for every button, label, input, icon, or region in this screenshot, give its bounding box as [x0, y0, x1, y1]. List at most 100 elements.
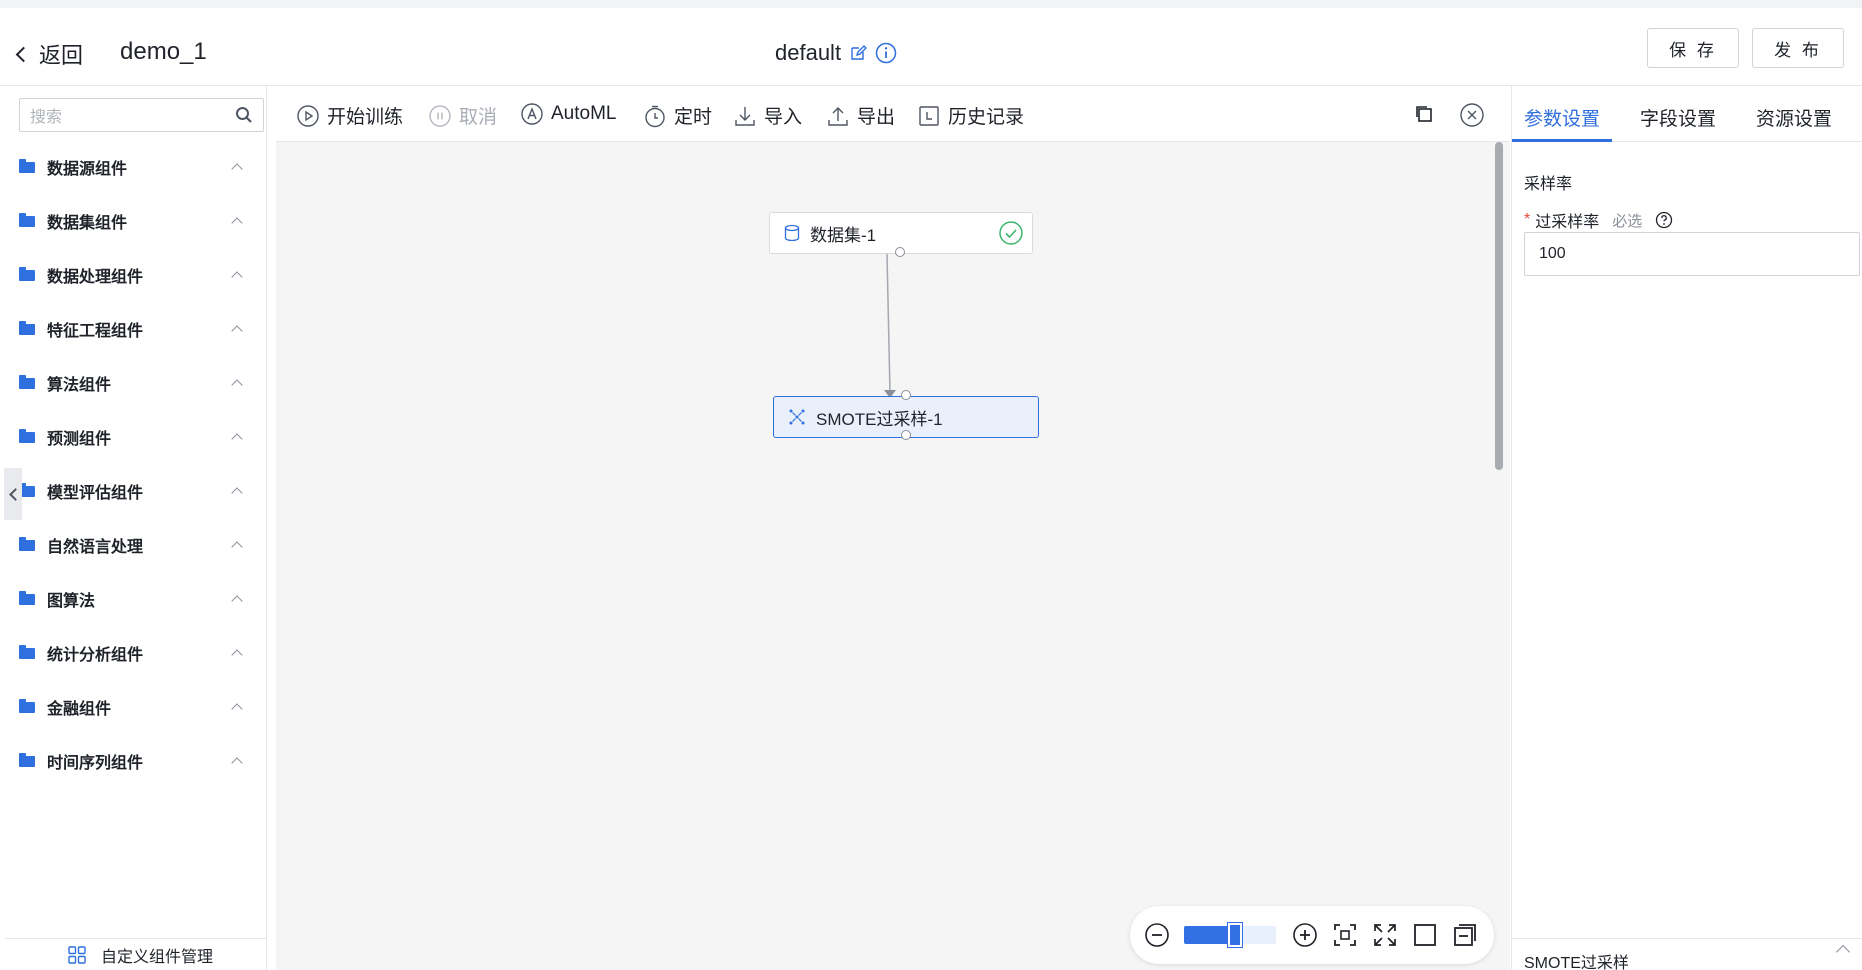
tree-item-label: 算法组件	[47, 377, 112, 394]
chevron-up-icon[interactable]	[231, 163, 243, 175]
folder-icon	[19, 158, 35, 173]
tree-item-graph[interactable]: 图算法	[5, 572, 267, 626]
close-circle-icon[interactable]	[1459, 102, 1485, 128]
minimap-icon[interactable]	[1450, 920, 1480, 950]
tree-item-label: 数据处理组件	[47, 269, 144, 286]
fit-view-icon[interactable]	[1330, 920, 1360, 950]
chevron-up-icon[interactable]	[231, 595, 243, 607]
canvas-scrollbar[interactable]	[1495, 142, 1503, 470]
tree-item-nlp[interactable]: 自然语言处理	[5, 518, 267, 572]
folder-icon	[19, 752, 35, 767]
node-label: SMOTE过采样-1	[816, 409, 943, 429]
tree-item-prediction[interactable]: 预测组件	[5, 410, 267, 464]
history-label: 历史记录	[948, 107, 1025, 128]
save-button[interactable]: 保 存	[1647, 28, 1739, 68]
chevron-up-icon[interactable]	[231, 379, 243, 391]
tree-item-statistics[interactable]: 统计分析组件	[5, 626, 267, 680]
chevron-up-icon[interactable]	[231, 217, 243, 229]
tree-item-model-evaluation[interactable]: 模型评估组件	[5, 464, 267, 518]
cancel-button[interactable]: 取消	[428, 102, 497, 129]
chevron-left-icon	[15, 46, 32, 62]
search-box[interactable]: 搜索	[19, 98, 264, 132]
export-button[interactable]: 导出	[826, 102, 895, 129]
tree-item-time-series[interactable]: 时间序列组件	[5, 734, 267, 788]
field-label-text: 过采样率	[1535, 214, 1600, 231]
custom-component-manager-button[interactable]: 自定义组件管理	[5, 938, 267, 970]
workflow-canvas[interactable]: 数据集-1 SMOTE过采样-1	[276, 142, 1510, 970]
header: 返回 demo_1 default 保 存 发 布	[0, 8, 1862, 86]
required-hint: 必选	[1612, 212, 1643, 230]
chevron-up-icon[interactable]	[231, 541, 243, 553]
sidebar-collapse-button[interactable]	[4, 468, 22, 520]
folder-icon	[19, 590, 35, 605]
tree-item-data-processing[interactable]: 数据处理组件	[5, 248, 267, 302]
chevron-up-icon[interactable]	[231, 703, 243, 715]
output-port[interactable]	[895, 247, 905, 257]
zoom-out-icon[interactable]	[1142, 920, 1172, 950]
active-tab-indicator	[1512, 139, 1612, 142]
node-dataset[interactable]: 数据集-1	[769, 212, 1033, 257]
play-circle-icon	[297, 104, 319, 127]
schedule-button[interactable]: 定时	[643, 102, 712, 129]
required-marker: *	[1524, 211, 1531, 228]
workspace-title: default	[775, 40, 897, 66]
help-icon[interactable]	[1655, 211, 1673, 229]
tree-item-label: 数据集组件	[47, 215, 128, 232]
timer-icon	[645, 105, 665, 127]
tree-item-finance[interactable]: 金融组件	[5, 680, 267, 734]
search-icon[interactable]	[235, 106, 253, 124]
chevron-up-icon[interactable]	[231, 757, 243, 769]
chevron-up-icon[interactable]	[1835, 944, 1851, 960]
folder-icon	[19, 374, 35, 389]
tree-item-dataset[interactable]: 数据集组件	[5, 194, 267, 248]
info-icon[interactable]	[875, 42, 897, 64]
tab-resources[interactable]: 资源设置	[1756, 104, 1832, 131]
copy-icon[interactable]	[1412, 102, 1436, 126]
chevron-up-icon[interactable]	[231, 271, 243, 283]
zoom-toolbar	[1130, 906, 1494, 964]
fullscreen-icon[interactable]	[1370, 920, 1400, 950]
tree-item-data-source[interactable]: 数据源组件	[5, 140, 267, 194]
automl-button[interactable]: AutoML	[520, 102, 616, 126]
back-label: 返回	[39, 43, 84, 68]
history-icon	[919, 105, 939, 126]
chevron-up-icon[interactable]	[231, 325, 243, 337]
zoom-in-icon[interactable]	[1290, 920, 1320, 950]
grid-icon	[68, 945, 86, 964]
import-button[interactable]: 导入	[733, 102, 802, 129]
folder-icon	[19, 698, 35, 713]
oversampling-rate-label: * 过采样率 必选	[1524, 208, 1673, 232]
tab-fields[interactable]: 字段设置	[1640, 104, 1716, 131]
automl-label: AutoML	[551, 103, 617, 124]
oversampling-rate-input[interactable]	[1524, 232, 1860, 276]
chevron-up-icon[interactable]	[231, 487, 243, 499]
back-button[interactable]: 返回	[15, 38, 84, 70]
publish-button[interactable]: 发 布	[1752, 28, 1844, 68]
actual-size-icon[interactable]	[1410, 920, 1440, 950]
upload-icon	[828, 106, 848, 126]
start-training-button[interactable]: 开始训练	[296, 102, 403, 129]
edit-icon[interactable]	[849, 44, 868, 62]
node-smote[interactable]: SMOTE过采样-1	[773, 390, 1039, 440]
tree-item-label: 特征工程组件	[47, 323, 144, 340]
project-name: demo_1	[120, 38, 207, 65]
tree-item-feature-engineering[interactable]: 特征工程组件	[5, 302, 267, 356]
history-button[interactable]: 历史记录	[917, 102, 1024, 129]
folder-icon	[19, 320, 35, 335]
zoom-slider[interactable]	[1184, 922, 1276, 948]
chevron-up-icon[interactable]	[231, 433, 243, 445]
folder-icon	[19, 212, 35, 227]
zoom-slider-thumb[interactable]	[1226, 922, 1243, 948]
output-port[interactable]	[901, 430, 911, 440]
start-training-label: 开始训练	[327, 107, 404, 128]
chevron-up-icon[interactable]	[231, 649, 243, 661]
automl-icon	[521, 103, 543, 125]
tab-parameters[interactable]: 参数设置	[1524, 104, 1600, 131]
input-port[interactable]	[901, 390, 911, 400]
tree-item-label: 金融组件	[47, 701, 112, 718]
tree-item-algorithm[interactable]: 算法组件	[5, 356, 267, 410]
node-label: 数据集-1	[810, 225, 877, 245]
search-input[interactable]: 搜索	[30, 103, 235, 127]
pause-circle-icon	[429, 104, 451, 127]
component-tree: 数据源组件 数据集组件 数据处理组件 特征工程组件 算法组件 预测组件 模型评估…	[5, 140, 267, 788]
